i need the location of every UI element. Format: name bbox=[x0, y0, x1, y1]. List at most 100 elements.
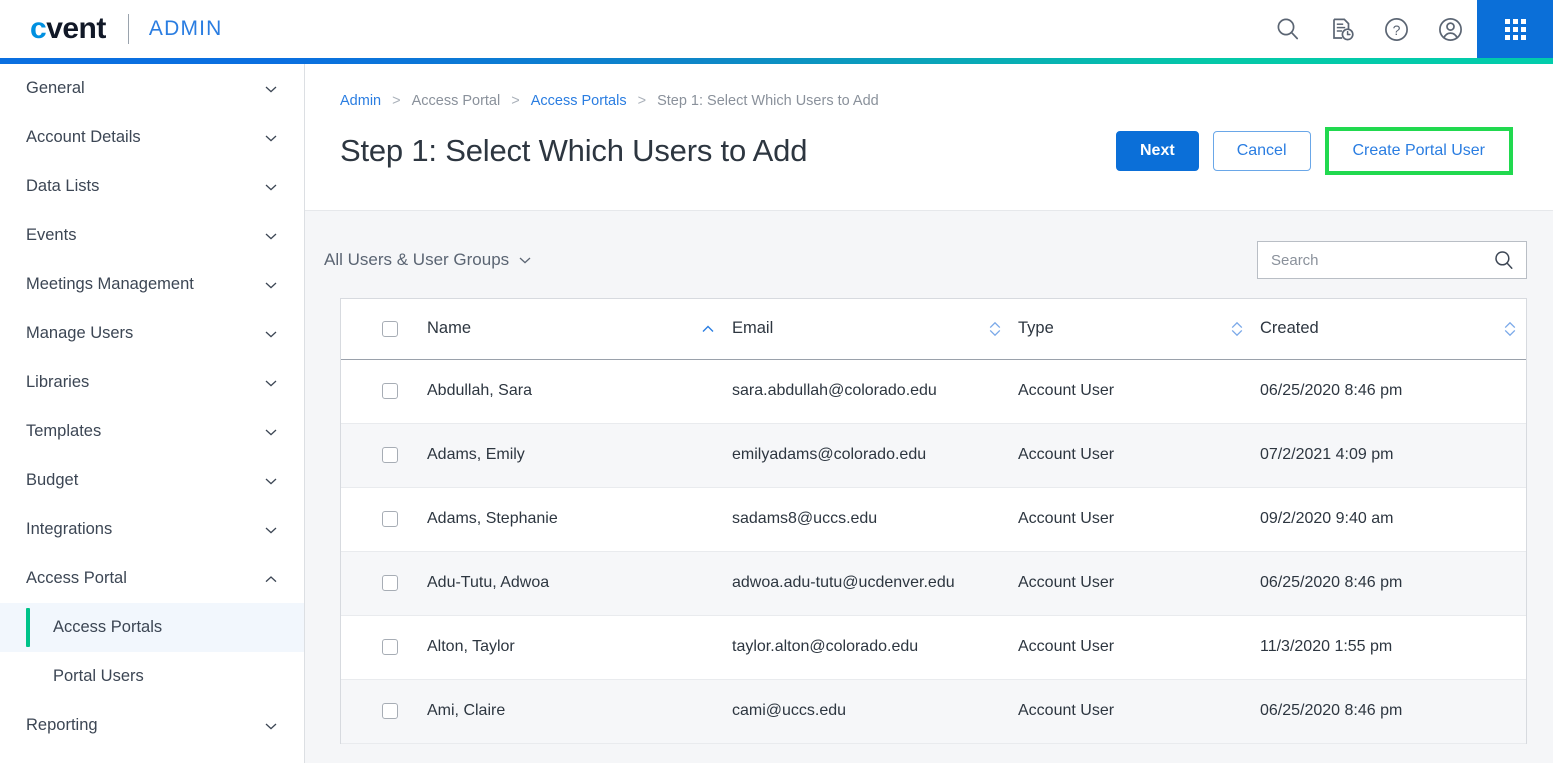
cell-type: Account User bbox=[1018, 551, 1260, 616]
chevron-down-icon bbox=[265, 527, 277, 533]
sidebar-item-data-lists[interactable]: Data Lists bbox=[0, 162, 304, 211]
cell-type: Account User bbox=[1018, 359, 1260, 424]
column-header-email[interactable]: Email bbox=[732, 299, 1018, 360]
breadcrumb-item-access-portal: Access Portal bbox=[411, 93, 501, 109]
chevron-down-icon bbox=[265, 86, 277, 92]
sidebar-item-access-portal[interactable]: Access Portal bbox=[0, 554, 304, 603]
sidebar-item-events[interactable]: Events bbox=[0, 211, 304, 260]
table-row[interactable]: Abdullah, Sara sara.abdullah@colorado.ed… bbox=[341, 359, 1526, 424]
cell-email: emilyadams@colorado.edu bbox=[732, 423, 1018, 488]
users-table: Name Email Type Created Abdullah, Sara s… bbox=[341, 299, 1526, 744]
column-header-type[interactable]: Type bbox=[1018, 299, 1260, 360]
list-toolbar: All Users & User Groups bbox=[305, 211, 1553, 279]
cell-type: Account User bbox=[1018, 679, 1260, 744]
recent-documents-icon[interactable] bbox=[1315, 0, 1369, 58]
sidebar-item-general[interactable]: General bbox=[0, 64, 304, 113]
breadcrumb-item-admin[interactable]: Admin bbox=[340, 93, 381, 109]
help-circle-icon[interactable]: ? bbox=[1369, 0, 1423, 58]
sidebar-item-label: Budget bbox=[26, 471, 79, 489]
breadcrumb-item-current: Step 1: Select Which Users to Add bbox=[657, 93, 879, 109]
sidebar-item-portal-users[interactable]: Portal Users bbox=[0, 652, 304, 701]
cell-type: Account User bbox=[1018, 423, 1260, 488]
column-header-label: Email bbox=[732, 319, 774, 338]
chevron-down-icon bbox=[265, 478, 277, 484]
user-scope-dropdown-label: All Users & User Groups bbox=[324, 250, 510, 269]
row-checkbox-cell bbox=[341, 615, 427, 680]
sidebar-item-budget[interactable]: Budget bbox=[0, 456, 304, 505]
cell-type: Account User bbox=[1018, 487, 1260, 552]
sort-unsorted-icon[interactable] bbox=[988, 320, 1002, 338]
cell-name: Adams, Stephanie bbox=[427, 487, 732, 552]
cell-email: sara.abdullah@colorado.edu bbox=[732, 359, 1018, 424]
cell-email: taylor.alton@colorado.edu bbox=[732, 615, 1018, 680]
row-checkbox[interactable] bbox=[382, 639, 398, 655]
cell-email: cami@uccs.edu bbox=[732, 679, 1018, 744]
row-checkbox[interactable] bbox=[382, 383, 398, 399]
user-scope-dropdown[interactable]: All Users & User Groups bbox=[324, 250, 532, 270]
app-grid-dots bbox=[1504, 18, 1526, 40]
brand-logo[interactable]: cvent ADMIN bbox=[0, 14, 223, 44]
breadcrumb: Admin > Access Portal > Access Portals >… bbox=[305, 64, 1553, 109]
select-all-checkbox[interactable] bbox=[382, 320, 398, 337]
sidebar-item-label: Libraries bbox=[26, 373, 90, 391]
search-icon[interactable] bbox=[1261, 0, 1315, 58]
search-box[interactable] bbox=[1257, 241, 1527, 279]
sidebar-item-meetings-management[interactable]: Meetings Management bbox=[0, 260, 304, 309]
sort-unsorted-icon[interactable] bbox=[1503, 320, 1517, 338]
sidebar-item-access-portals[interactable]: Access Portals bbox=[0, 603, 304, 652]
page-action-buttons: Next Cancel Create Portal User bbox=[1116, 127, 1513, 175]
cell-name: Adu-Tutu, Adwoa bbox=[427, 551, 732, 616]
chevron-down-icon bbox=[265, 233, 277, 239]
sort-unsorted-icon[interactable] bbox=[1230, 320, 1244, 338]
breadcrumb-item-access-portals[interactable]: Access Portals bbox=[531, 93, 627, 109]
sidebar-item-label: Integrations bbox=[26, 520, 113, 538]
sidebar-item-reporting[interactable]: Reporting bbox=[0, 701, 304, 750]
column-header-label: Type bbox=[1018, 319, 1054, 338]
sidebar-subitem-label: Portal Users bbox=[53, 667, 144, 685]
row-checkbox-cell bbox=[341, 679, 427, 744]
cvent-wordmark: cvent bbox=[30, 14, 106, 44]
sort-ascending-icon[interactable] bbox=[700, 321, 716, 337]
sidebar-item-templates[interactable]: Templates bbox=[0, 407, 304, 456]
column-header-created[interactable]: Created bbox=[1260, 299, 1526, 360]
row-checkbox[interactable] bbox=[382, 511, 398, 527]
column-header-label: Created bbox=[1260, 319, 1319, 338]
chevron-down-icon bbox=[265, 429, 277, 435]
row-checkbox[interactable] bbox=[382, 575, 398, 591]
table-row[interactable]: Alton, Taylor taylor.alton@colorado.edu … bbox=[341, 615, 1526, 680]
cancel-button[interactable]: Cancel bbox=[1212, 131, 1311, 171]
product-name: ADMIN bbox=[148, 17, 223, 40]
page-title: Step 1: Select Which Users to Add bbox=[340, 133, 808, 168]
table-row[interactable]: Ami, Claire cami@uccs.edu Account User 0… bbox=[341, 679, 1526, 744]
breadcrumb-separator: > bbox=[511, 93, 520, 109]
table-row[interactable]: Adams, Emily emilyadams@colorado.edu Acc… bbox=[341, 423, 1526, 488]
sidebar-navigation: General Account Details Data Lists Event… bbox=[0, 64, 305, 763]
sidebar-item-libraries[interactable]: Libraries bbox=[0, 358, 304, 407]
users-table-head: Name Email Type Created bbox=[341, 299, 1526, 360]
users-list-panel: All Users & User Groups Search Name Emai… bbox=[305, 210, 1553, 763]
table-row[interactable]: Adams, Stephanie sadams8@uccs.edu Accoun… bbox=[341, 487, 1526, 552]
account-circle-icon[interactable] bbox=[1423, 0, 1477, 58]
row-checkbox-cell bbox=[341, 551, 427, 616]
chevron-down-icon bbox=[265, 135, 277, 141]
sidebar-item-account-details[interactable]: Account Details bbox=[0, 113, 304, 162]
row-checkbox[interactable] bbox=[382, 447, 398, 463]
table-row[interactable]: Adu-Tutu, Adwoa adwoa.adu-tutu@ucdenver.… bbox=[341, 551, 1526, 616]
cell-name: Alton, Taylor bbox=[427, 615, 732, 680]
top-navigation-bar: cvent ADMIN ? bbox=[0, 0, 1553, 58]
create-portal-user-button[interactable]: Create Portal User bbox=[1328, 131, 1509, 171]
sidebar-item-integrations[interactable]: Integrations bbox=[0, 505, 304, 554]
column-header-name[interactable]: Name bbox=[427, 299, 732, 360]
chevron-down-icon bbox=[265, 331, 277, 337]
sidebar-subitem-label: Access Portals bbox=[53, 618, 163, 636]
cvent-logo-c: c bbox=[30, 12, 47, 45]
chevron-down-icon bbox=[265, 184, 277, 190]
search-input[interactable] bbox=[1271, 251, 1493, 269]
app-grid-icon[interactable] bbox=[1477, 0, 1553, 58]
row-checkbox[interactable] bbox=[382, 703, 398, 719]
cell-created: 06/25/2020 8:46 pm bbox=[1260, 679, 1526, 744]
search-icon[interactable] bbox=[1493, 249, 1515, 271]
next-button[interactable]: Next bbox=[1116, 131, 1199, 171]
sidebar-item-manage-users[interactable]: Manage Users bbox=[0, 309, 304, 358]
page-header-row: Step 1: Select Which Users to Add Next C… bbox=[305, 109, 1553, 175]
